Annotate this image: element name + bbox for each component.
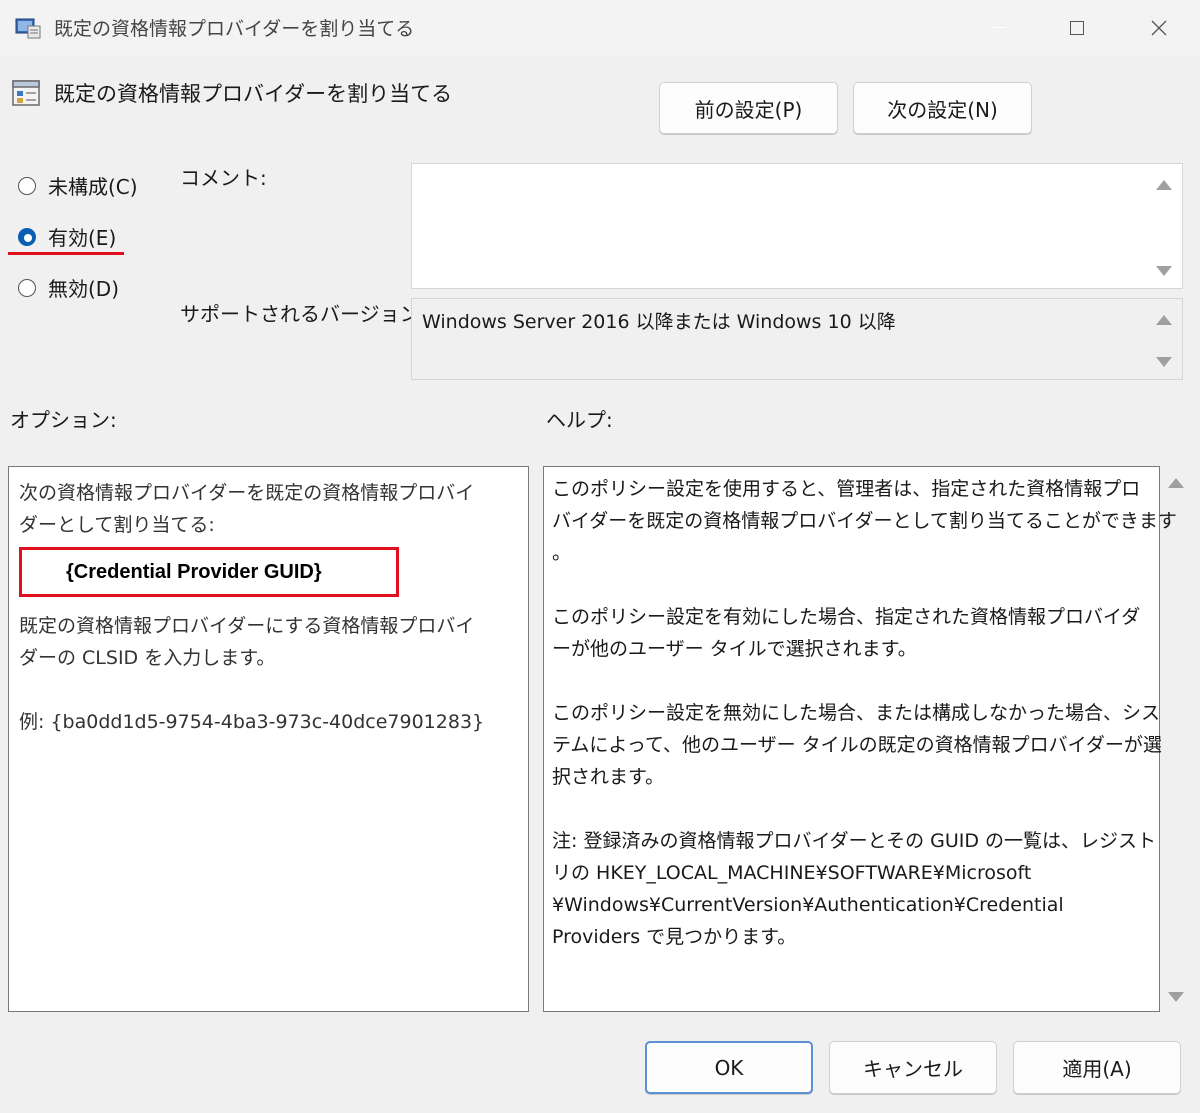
scroll-up-icon[interactable] <box>1156 315 1172 325</box>
maximize-icon <box>1070 21 1084 35</box>
help-line: このポリシー設定を有効にした場合、指定された資格情報プロバイダ <box>552 606 1141 628</box>
options-example: 例: {ba0dd1d5-9754-4ba3-973c-40dce7901283… <box>19 711 485 733</box>
help-line: 注: 登録済みの資格情報プロバイダーとその GUID の一覧は、レジスト <box>552 830 1157 852</box>
help-line <box>552 665 1177 697</box>
policy-title: 既定の資格情報プロバイダーを割り当てる <box>54 82 453 106</box>
minimize-button[interactable] <box>968 8 1030 48</box>
scroll-up-icon[interactable] <box>1156 180 1172 190</box>
help-line: バイダーを既定の資格情報プロバイダーとして割り当てることができます <box>552 510 1177 532</box>
options-panel: 次の資格情報プロバイダーを既定の資格情報プロバイ ダーとして割り当てる: {Cr… <box>8 466 529 1012</box>
maximize-button[interactable] <box>1046 8 1108 48</box>
help-line: 。 <box>552 542 572 564</box>
comment-field[interactable] <box>411 163 1183 289</box>
close-button[interactable] <box>1128 8 1190 48</box>
supported-version-value: Windows Server 2016 以降または Windows 10 以降 <box>422 311 896 333</box>
radio-label: 未構成(C) <box>48 175 138 199</box>
options-description: 既定の資格情報プロバイダーにする資格情報プロバイ <box>19 615 475 637</box>
help-scroll-up-icon[interactable] <box>1168 478 1184 488</box>
help-line: ーが他のユーザー タイルで選択されます。 <box>552 638 917 660</box>
radio-label: 有効(E) <box>48 226 117 250</box>
radio-not-configured[interactable]: 未構成(C) <box>18 171 138 200</box>
comment-label: コメント: <box>180 166 267 190</box>
options-line: ダーとして割り当てる: <box>19 514 215 536</box>
radio-indicator[interactable] <box>18 278 36 297</box>
previous-setting-button[interactable]: 前の設定(P) <box>659 82 838 134</box>
help-line: ¥Windows¥CurrentVersion¥Authentication¥C… <box>552 894 1064 916</box>
cancel-button[interactable]: キャンセル <box>829 1041 997 1094</box>
apply-button[interactable]: 適用(A) <box>1013 1041 1181 1094</box>
policy-editor-icon <box>14 16 42 40</box>
scroll-down-icon[interactable] <box>1156 357 1172 367</box>
next-setting-button[interactable]: 次の設定(N) <box>853 82 1032 134</box>
help-heading: ヘルプ: <box>546 408 613 432</box>
help-line: Providers で見つかります。 <box>552 926 797 948</box>
scroll-down-icon[interactable] <box>1156 266 1172 276</box>
options-heading: オプション: <box>10 408 117 432</box>
title-bar: 既定の資格情報プロバイダーを割り当てる <box>0 0 1200 56</box>
help-line <box>552 569 1177 601</box>
help-panel: このポリシー設定を使用すると、管理者は、指定された資格情報プロ バイダーを既定の… <box>543 466 1177 1012</box>
radio-disabled[interactable]: 無効(D) <box>18 273 119 302</box>
help-line: 択されます。 <box>552 766 665 788</box>
supported-label: サポートされるバージョン: <box>180 302 427 326</box>
enabled-highlight-underline <box>8 252 124 255</box>
window-title: 既定の資格情報プロバイダーを割り当てる <box>54 18 415 40</box>
policy-setting-icon <box>10 78 42 108</box>
help-line: テムによって、他のユーザー タイルの既定の資格情報プロバイダーが選 <box>552 734 1162 756</box>
radio-indicator-checked[interactable] <box>18 227 36 246</box>
help-scroll-down-icon[interactable] <box>1168 992 1184 1002</box>
radio-indicator[interactable] <box>18 176 36 195</box>
help-line <box>552 793 1177 825</box>
guid-input[interactable]: {Credential Provider GUID} <box>19 547 399 597</box>
supported-version-field[interactable]: Windows Server 2016 以降または Windows 10 以降 <box>411 298 1183 380</box>
help-line: リの HKEY_LOCAL_MACHINE¥SOFTWARE¥Microsoft <box>552 862 1032 884</box>
ok-button[interactable]: OK <box>645 1041 813 1094</box>
options-line: 次の資格情報プロバイダーを既定の資格情報プロバイ <box>19 482 475 504</box>
options-description: ダーの CLSID を入力します。 <box>19 647 276 669</box>
radio-enabled[interactable]: 有効(E) <box>18 222 116 251</box>
close-icon <box>1151 20 1167 36</box>
radio-label: 無効(D) <box>48 277 120 301</box>
help-line: このポリシー設定を無効にした場合、または構成しなかった場合、シス <box>552 702 1161 724</box>
help-line: このポリシー設定を使用すると、管理者は、指定された資格情報プロ <box>552 478 1141 500</box>
